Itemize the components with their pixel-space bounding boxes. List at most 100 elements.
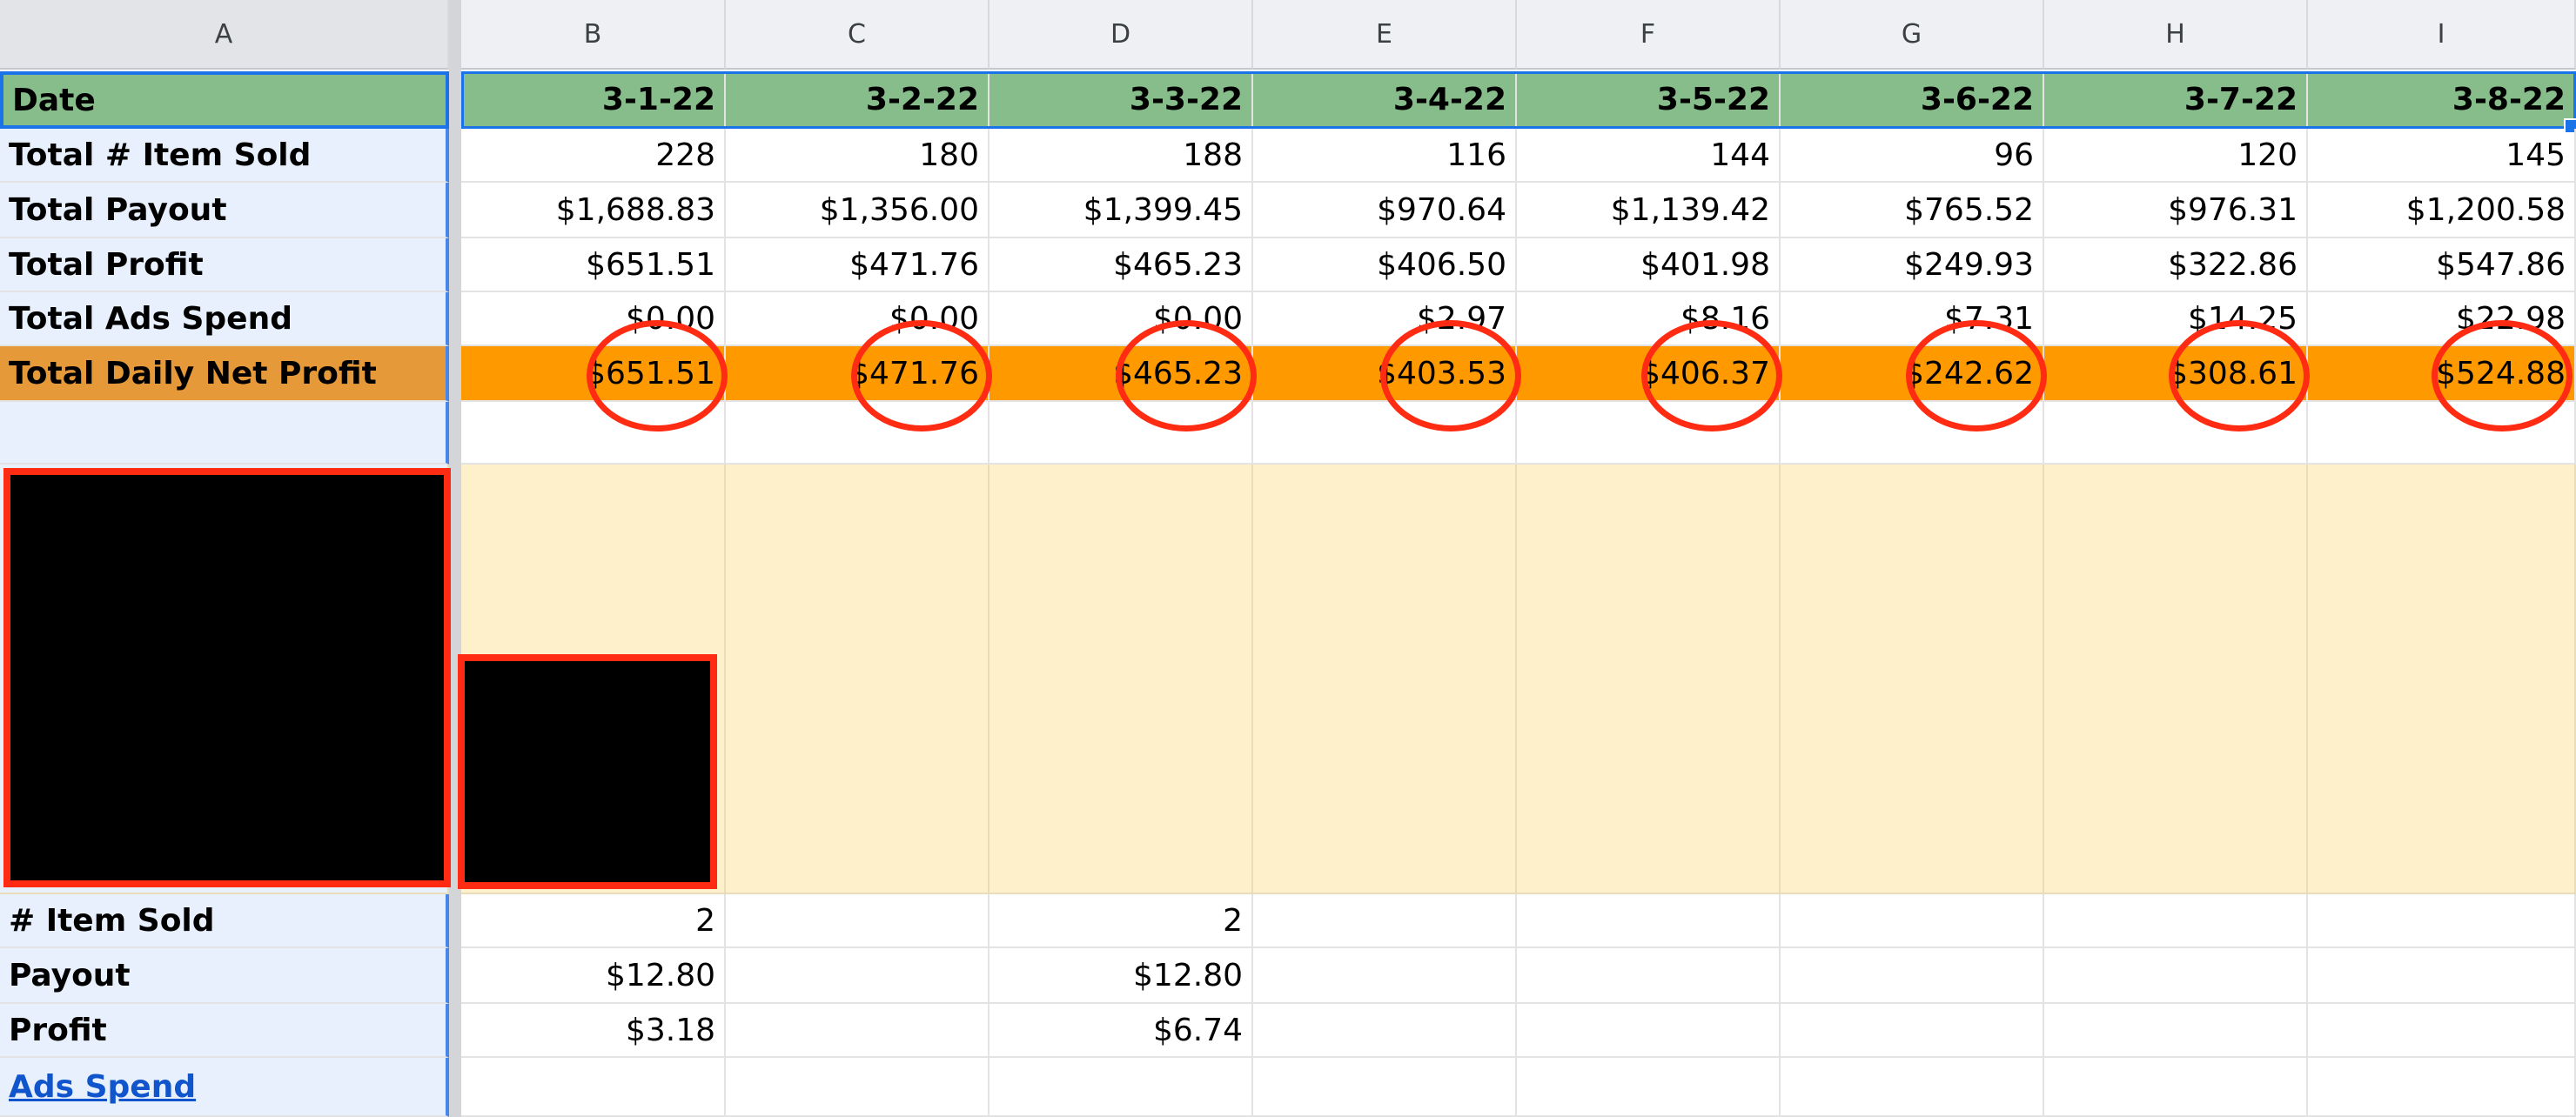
table-cell[interactable]	[2308, 1004, 2576, 1058]
empty-cell[interactable]	[726, 465, 989, 894]
column-header-b[interactable]: B	[461, 0, 726, 70]
table-cell[interactable]: 2	[989, 894, 1253, 948]
table-cell[interactable]: 120	[2044, 129, 2308, 183]
annotation-circle	[1906, 320, 2047, 431]
table-cell[interactable]	[1253, 1004, 1517, 1058]
table-cell[interactable]: $1,356.00	[726, 183, 989, 238]
table-cell[interactable]	[1253, 1058, 1517, 1117]
table-cell[interactable]: $3.18	[461, 1004, 726, 1058]
table-cell[interactable]	[1781, 1004, 2044, 1058]
table-cell[interactable]	[726, 948, 989, 1004]
table-cell[interactable]: $249.93	[1781, 238, 2044, 292]
date-cell[interactable]: 3-8-22	[2308, 71, 2576, 129]
table-cell[interactable]: 144	[1517, 129, 1781, 183]
column-header-g[interactable]: G	[1781, 0, 2044, 70]
table-cell[interactable]: $322.86	[2044, 238, 2308, 292]
row-label[interactable]: Total Ads Spend	[0, 292, 449, 346]
table-cell[interactable]: $1,399.45	[989, 183, 1253, 238]
table-cell[interactable]	[1781, 1058, 2044, 1117]
table-cell[interactable]: $12.80	[461, 948, 726, 1004]
empty-cell[interactable]	[0, 402, 449, 465]
column-header-d[interactable]: D	[989, 0, 1253, 70]
empty-cell[interactable]	[1253, 465, 1517, 894]
table-cell[interactable]	[1781, 948, 2044, 1004]
table-cell[interactable]	[1517, 1058, 1781, 1117]
table-cell[interactable]: $970.64	[1253, 183, 1517, 238]
table-cell[interactable]	[1781, 894, 2044, 948]
column-header-c[interactable]: C	[726, 0, 989, 70]
table-cell[interactable]: 188	[989, 129, 1253, 183]
ads-spend-link[interactable]: Ads Spend	[9, 1069, 196, 1105]
empty-cell[interactable]	[2308, 465, 2576, 894]
table-cell[interactable]: 228	[461, 129, 726, 183]
table-cell[interactable]	[1253, 948, 1517, 1004]
date-cell[interactable]: 3-1-22	[461, 71, 726, 129]
table-cell[interactable]	[726, 894, 989, 948]
table-cell[interactable]: $651.51	[461, 238, 726, 292]
table-cell[interactable]: $1,688.83	[461, 183, 726, 238]
date-cell[interactable]: 3-2-22	[726, 71, 989, 129]
empty-cell[interactable]	[1517, 465, 1781, 894]
column-header-e[interactable]: E	[1253, 0, 1517, 70]
row-label[interactable]: Total # Item Sold	[0, 129, 449, 183]
date-cell[interactable]: 3-3-22	[989, 71, 1253, 129]
table-cell[interactable]: $406.50	[1253, 238, 1517, 292]
table-cell[interactable]: $976.31	[2044, 183, 2308, 238]
table-cell[interactable]: 116	[1253, 129, 1517, 183]
column-header-a[interactable]: A	[0, 0, 449, 70]
table-cell[interactable]: 180	[726, 129, 989, 183]
table-cell[interactable]	[2308, 948, 2576, 1004]
detail-row-ads-spend: Ads Spend	[0, 1058, 2576, 1117]
empty-cell[interactable]	[1781, 465, 2044, 894]
table-cell[interactable]: 2	[461, 894, 726, 948]
table-cell[interactable]: $765.52	[1781, 183, 2044, 238]
table-cell[interactable]	[726, 1004, 989, 1058]
row-label[interactable]: Profit	[0, 1004, 449, 1058]
table-cell[interactable]	[1517, 1004, 1781, 1058]
frozen-column-divider[interactable]	[449, 0, 461, 1117]
summary-row-profit: Total Profit $651.51 $471.76 $465.23 $40…	[0, 238, 2576, 292]
table-cell[interactable]: $1,139.42	[1517, 183, 1781, 238]
table-cell[interactable]	[726, 1058, 989, 1117]
row-label[interactable]: Payout	[0, 948, 449, 1004]
table-cell[interactable]: $1,200.58	[2308, 183, 2576, 238]
column-header-f[interactable]: F	[1517, 0, 1781, 70]
table-cell[interactable]	[2044, 1004, 2308, 1058]
row-label[interactable]: Total Payout	[0, 183, 449, 238]
annotation-circle	[1116, 320, 1257, 431]
date-label-cell[interactable]: Date	[0, 71, 449, 129]
date-cell[interactable]: 3-5-22	[1517, 71, 1781, 129]
table-cell[interactable]: $471.76	[726, 238, 989, 292]
table-cell[interactable]: 145	[2308, 129, 2576, 183]
table-cell[interactable]	[2044, 894, 2308, 948]
table-cell[interactable]: $6.74	[989, 1004, 1253, 1058]
table-cell[interactable]: 96	[1781, 129, 2044, 183]
table-cell[interactable]: $401.98	[1517, 238, 1781, 292]
empty-cell[interactable]	[989, 465, 1253, 894]
date-cell[interactable]: 3-6-22	[1781, 71, 2044, 129]
date-cell[interactable]: 3-4-22	[1253, 71, 1517, 129]
table-cell[interactable]	[461, 1058, 726, 1117]
column-header-h[interactable]: H	[2044, 0, 2308, 70]
table-cell[interactable]	[1517, 894, 1781, 948]
table-cell[interactable]	[2044, 1058, 2308, 1117]
table-cell[interactable]	[2044, 948, 2308, 1004]
table-cell[interactable]: $465.23	[989, 238, 1253, 292]
row-label[interactable]: # Item Sold	[0, 894, 449, 948]
row-label[interactable]: Total Profit	[0, 238, 449, 292]
date-cell[interactable]: 3-7-22	[2044, 71, 2308, 129]
detail-row-payout: Payout $12.80 $12.80	[0, 948, 2576, 1004]
table-cell[interactable]	[2308, 894, 2576, 948]
row-label[interactable]: Total Daily Net Profit	[0, 346, 449, 402]
empty-cell[interactable]	[2044, 465, 2308, 894]
table-cell[interactable]: $547.86	[2308, 238, 2576, 292]
summary-row-payout: Total Payout $1,688.83 $1,356.00 $1,399.…	[0, 183, 2576, 238]
table-cell[interactable]	[2308, 1058, 2576, 1117]
column-header-i[interactable]: I	[2308, 0, 2576, 70]
detail-row-items-sold: # Item Sold 2 2	[0, 894, 2576, 948]
table-cell[interactable]	[1517, 948, 1781, 1004]
table-cell[interactable]	[1253, 894, 1517, 948]
table-cell[interactable]	[989, 1058, 1253, 1117]
ads-spend-link-cell[interactable]: Ads Spend	[0, 1058, 449, 1117]
table-cell[interactable]: $12.80	[989, 948, 1253, 1004]
